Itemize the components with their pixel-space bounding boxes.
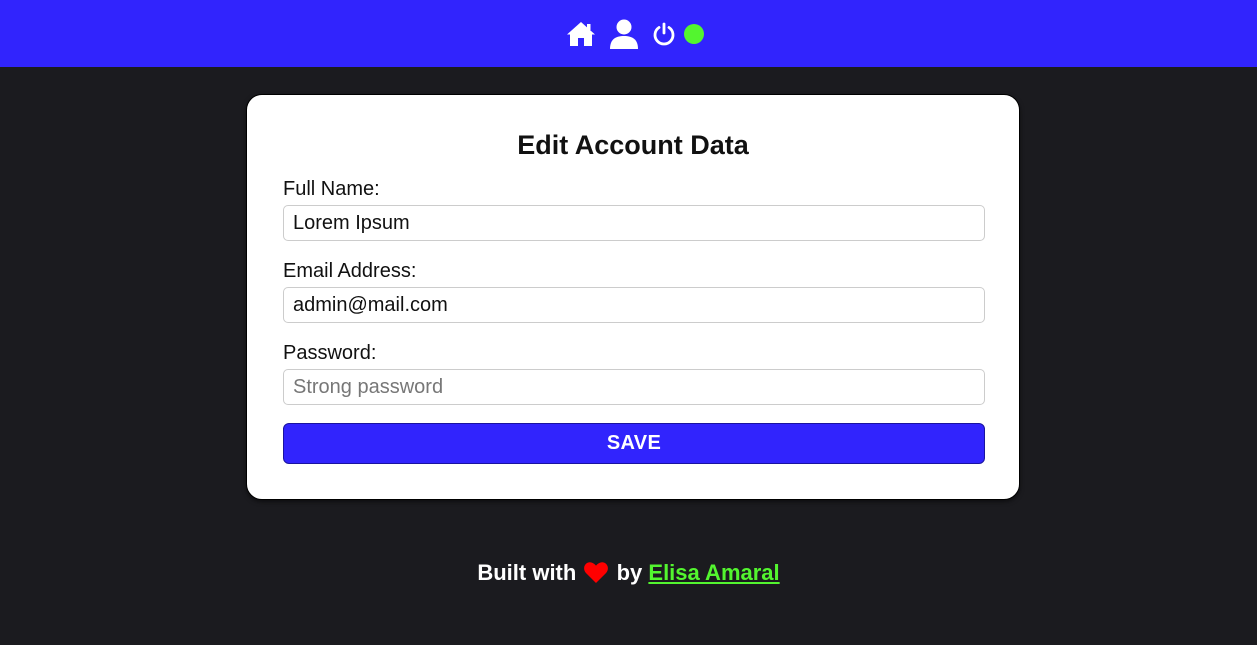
- online-status-indicator: [683, 23, 704, 44]
- user-icon[interactable]: [608, 19, 640, 49]
- nav-icons: [566, 19, 704, 49]
- full-name-label: Full Name:: [283, 178, 380, 200]
- password-input[interactable]: [283, 369, 985, 405]
- footer-prefix: Built with: [477, 560, 577, 585]
- password-label: Password:: [283, 342, 377, 364]
- heart-icon: [584, 561, 609, 591]
- email-label: Email Address:: [283, 260, 417, 282]
- footer-by: by: [616, 560, 643, 585]
- email-input[interactable]: [283, 287, 985, 323]
- full-name-input[interactable]: [283, 205, 985, 241]
- edit-account-card: Edit Account Data Full Name: Email Addre…: [246, 94, 1020, 500]
- power-icon[interactable]: [652, 22, 676, 46]
- home-icon[interactable]: [566, 20, 596, 48]
- top-navbar: [0, 0, 1257, 67]
- page-title: Edit Account Data: [517, 130, 749, 160]
- author-link[interactable]: Elisa Amaral: [648, 560, 779, 585]
- footer: Built with by Elisa Amaral: [0, 558, 1257, 591]
- save-button[interactable]: SAVE: [283, 423, 985, 464]
